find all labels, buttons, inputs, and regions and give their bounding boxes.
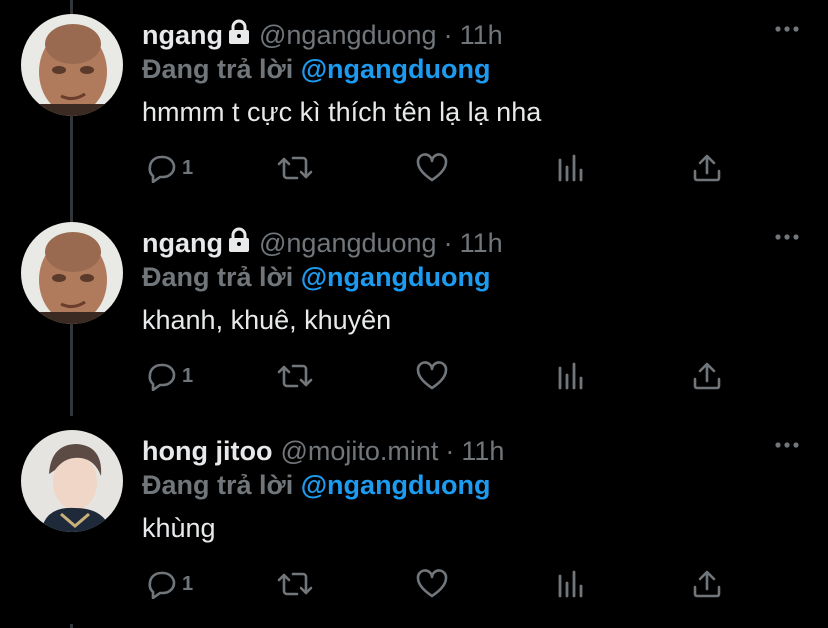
tweet[interactable]: ngang @ngangduong · 11h Đang trả lời @ng… <box>0 0 828 208</box>
retweet-icon <box>277 156 313 180</box>
reply-button[interactable]: 1 <box>144 354 193 398</box>
timestamp[interactable]: 11h <box>460 20 503 51</box>
tweet-text: khùng <box>142 513 216 543</box>
share-icon <box>693 362 721 390</box>
share-icon <box>693 570 721 598</box>
replying-prefix: Đang trả lời <box>142 262 294 292</box>
replying-prefix: Đang trả lời <box>142 54 294 84</box>
like-icon <box>416 361 448 390</box>
views-icon <box>558 362 583 390</box>
reply-icon <box>148 363 176 391</box>
replying-to: Đang trả lời @ngangduong <box>142 54 491 85</box>
display-name[interactable]: hong jitoo <box>142 436 272 467</box>
reply-count: 1 <box>182 572 194 595</box>
views-icon <box>558 154 583 182</box>
avatar[interactable] <box>21 14 123 116</box>
reply-icon <box>148 155 176 183</box>
lock-icon <box>227 227 251 260</box>
separator: · <box>443 19 453 50</box>
action-bar: 1 <box>142 562 742 606</box>
views-button[interactable] <box>556 354 586 398</box>
lock-icon <box>227 19 251 52</box>
mention-link[interactable]: @ngangduong <box>301 470 491 500</box>
views-button[interactable] <box>556 146 586 190</box>
reply-button[interactable]: 1 <box>144 146 193 190</box>
handle[interactable]: @mojito.mint <box>280 436 438 467</box>
action-bar: 1 <box>142 354 742 398</box>
replying-to: Đang trả lời @ngangduong <box>142 470 491 501</box>
tweet-text: khanh, khuê, khuyên <box>142 305 392 335</box>
more-icon[interactable] <box>774 22 800 34</box>
share-button[interactable] <box>692 146 722 190</box>
tweet-header: hong jitoo @mojito.mint · 11h <box>142 434 504 468</box>
avatar[interactable] <box>21 430 123 532</box>
separator: · <box>445 435 455 466</box>
retweet-icon <box>277 572 313 596</box>
views-icon <box>558 570 583 598</box>
tweet-header: ngang @ngangduong · 11h <box>142 226 503 260</box>
like-button[interactable] <box>416 354 448 398</box>
share-button[interactable] <box>692 354 722 398</box>
timestamp[interactable]: 11h <box>461 436 504 467</box>
retweet-button[interactable] <box>276 562 314 606</box>
like-icon <box>416 153 448 182</box>
retweet-button[interactable] <box>276 354 314 398</box>
display-name[interactable]: ngang <box>142 20 223 51</box>
tweet-header: ngang @ngangduong · 11h <box>142 18 503 52</box>
retweet-icon <box>277 364 313 388</box>
like-icon <box>416 569 448 598</box>
handle[interactable]: @ngangduong <box>259 20 437 51</box>
replying-prefix: Đang trả lời <box>142 470 294 500</box>
tweet-text: hmmm t cực kì thích tên lạ lạ nha <box>142 97 542 127</box>
replying-to: Đang trả lời @ngangduong <box>142 262 491 293</box>
tweet[interactable]: ngang @ngangduong · 11h Đang trả lời @ng… <box>0 208 828 416</box>
reply-icon <box>148 571 176 599</box>
separator: · <box>443 227 453 258</box>
tweet[interactable]: hong jitoo @mojito.mint · 11h Đang trả l… <box>0 416 828 624</box>
display-name[interactable]: ngang <box>142 228 223 259</box>
reply-count: 1 <box>182 364 194 387</box>
more-icon[interactable] <box>774 438 800 450</box>
reply-button[interactable]: 1 <box>144 562 193 606</box>
timestamp[interactable]: 11h <box>460 228 503 259</box>
views-button[interactable] <box>556 562 586 606</box>
like-button[interactable] <box>416 146 448 190</box>
share-button[interactable] <box>692 562 722 606</box>
retweet-button[interactable] <box>276 146 314 190</box>
mention-link[interactable]: @ngangduong <box>301 54 491 84</box>
avatar[interactable] <box>21 222 123 324</box>
reply-count: 1 <box>182 156 194 179</box>
mention-link[interactable]: @ngangduong <box>301 262 491 292</box>
share-icon <box>693 154 721 182</box>
more-icon[interactable] <box>774 230 800 242</box>
handle[interactable]: @ngangduong <box>259 228 437 259</box>
action-bar: 1 <box>142 146 742 190</box>
like-button[interactable] <box>416 562 448 606</box>
